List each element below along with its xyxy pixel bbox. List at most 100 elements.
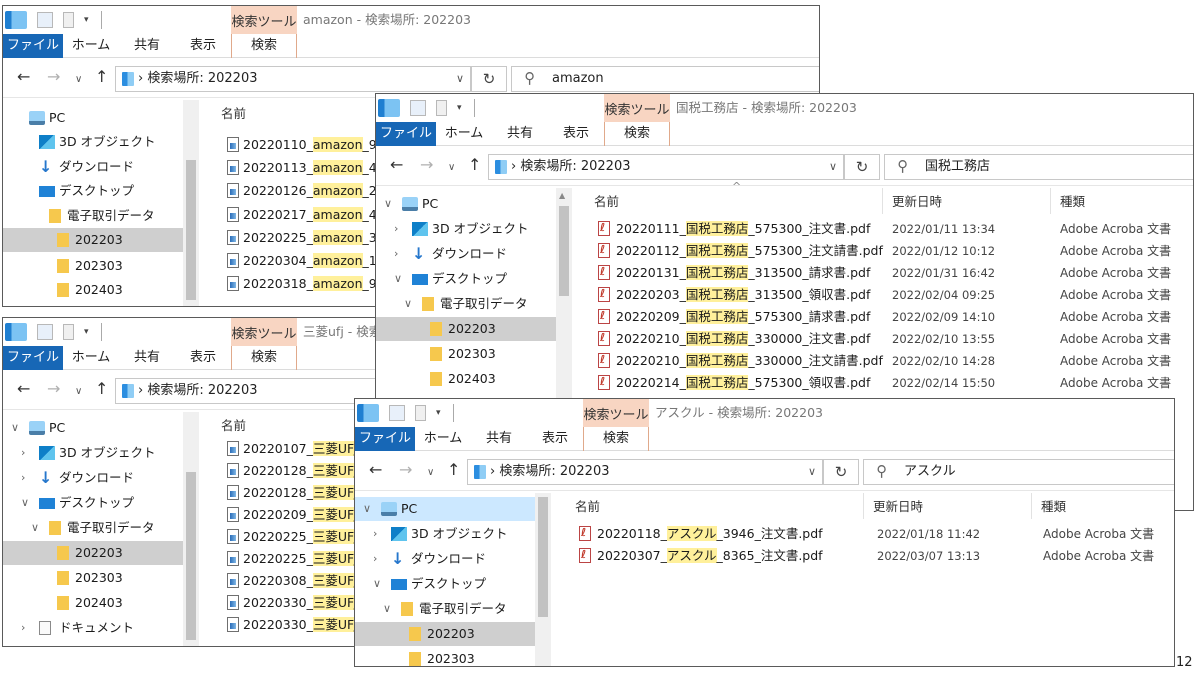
chevron-down-icon[interactable]: ∨ bbox=[404, 292, 412, 316]
tab-search[interactable]: 検索 bbox=[604, 122, 670, 146]
chevron-right-icon[interactable]: › bbox=[394, 217, 398, 241]
tree-item-pc[interactable]: PC bbox=[3, 106, 183, 130]
tab-view[interactable]: 表示 bbox=[175, 346, 231, 370]
file-row[interactable]: 20220203_国税工務店_313500_領収書.pdf 2022/02/04 … bbox=[576, 283, 1176, 306]
column-header-type[interactable]: 種類 bbox=[1060, 190, 1085, 214]
refresh-button[interactable]: ↻ bbox=[823, 459, 859, 485]
tree-item-3d-objects[interactable]: › 3D オブジェクト bbox=[376, 217, 556, 241]
properties-icon[interactable] bbox=[389, 405, 405, 421]
tree-item-desktop[interactable]: ∨ デスクトップ bbox=[376, 267, 556, 291]
up-arrow-icon[interactable]: ↑ bbox=[447, 461, 460, 479]
explorer-window-askul[interactable]: ▾ 検索ツール アスクル - 検索場所: 202203 ファイル ホーム 共有 … bbox=[354, 398, 1175, 667]
forward-arrow-icon[interactable]: → bbox=[420, 156, 433, 174]
tree-item-202303[interactable]: 202303 bbox=[3, 566, 183, 590]
search-input[interactable]: ⚲ アスクル bbox=[863, 459, 1174, 485]
chevron-down-icon[interactable]: ∨ bbox=[21, 491, 29, 515]
scroll-thumb[interactable] bbox=[186, 472, 196, 640]
tab-share[interactable]: 共有 bbox=[119, 346, 175, 370]
tab-search[interactable]: 検索 bbox=[231, 34, 297, 58]
up-arrow-icon[interactable]: ↑ bbox=[468, 156, 481, 174]
tab-view[interactable]: 表示 bbox=[527, 427, 583, 451]
file-row[interactable]: 20220214_国税工務店_575300_領収書.pdf 2022/02/14 … bbox=[576, 371, 1176, 394]
tab-file[interactable]: ファイル bbox=[3, 34, 63, 58]
tree-item-downloads[interactable]: › ↓ ダウンロード bbox=[376, 242, 556, 266]
file-row[interactable]: 20220307_アスクル_8365_注文書.pdf 2022/03/07 13:… bbox=[555, 544, 1165, 567]
column-header-name[interactable]: 名前 bbox=[221, 414, 246, 438]
recent-locations-icon[interactable]: ∨ bbox=[75, 71, 82, 89]
chevron-down-icon[interactable]: ∨ bbox=[384, 192, 392, 216]
file-row[interactable]: 20220118_アスクル_3946_注文書.pdf 2022/01/18 11:… bbox=[555, 522, 1165, 545]
address-dropdown-icon[interactable]: ∨ bbox=[456, 67, 464, 91]
nav-pane-scrollbar[interactable] bbox=[183, 412, 199, 646]
address-bar[interactable]: › 検索場所: 202203 ∨ bbox=[488, 154, 844, 180]
tree-item-edata[interactable]: ∨ 電子取引データ bbox=[376, 292, 556, 316]
column-header-modified[interactable]: 更新日時 bbox=[892, 190, 942, 214]
tree-item-edata[interactable]: 電子取引データ bbox=[3, 204, 183, 228]
back-arrow-icon[interactable]: ← bbox=[17, 68, 30, 86]
tab-home[interactable]: ホーム bbox=[436, 122, 492, 146]
refresh-button[interactable]: ↻ bbox=[844, 154, 880, 180]
new-folder-icon[interactable] bbox=[436, 100, 447, 116]
file-row[interactable]: 20220210_国税工務店_330000_注文請書.pdf 2022/02/10… bbox=[576, 349, 1176, 372]
forward-arrow-icon[interactable]: → bbox=[47, 380, 60, 398]
scroll-thumb[interactable] bbox=[186, 160, 196, 300]
back-arrow-icon[interactable]: ← bbox=[390, 156, 403, 174]
tree-item-pc[interactable]: ∨ PC bbox=[3, 416, 183, 440]
file-row[interactable]: 20220131_国税工務店_313500_請求書.pdf 2022/01/31 … bbox=[576, 261, 1176, 284]
address-bar[interactable]: › 検索場所: 202203 ∨ bbox=[115, 66, 471, 92]
scroll-up-icon[interactable]: ▲ bbox=[559, 191, 565, 200]
new-folder-icon[interactable] bbox=[63, 12, 74, 28]
new-folder-icon[interactable] bbox=[63, 324, 74, 340]
tree-item-pc[interactable]: ∨ PC bbox=[355, 497, 535, 521]
tree-item-202403[interactable]: 202403 bbox=[3, 278, 183, 302]
chevron-down-icon[interactable]: ∨ bbox=[394, 267, 402, 291]
forward-arrow-icon[interactable]: → bbox=[47, 68, 60, 86]
customize-toolbar-dropdown-icon[interactable]: ▾ bbox=[84, 15, 89, 25]
tree-item-desktop[interactable]: ∨ デスクトップ bbox=[355, 572, 535, 596]
column-header-type[interactable]: 種類 bbox=[1041, 495, 1066, 519]
back-arrow-icon[interactable]: ← bbox=[369, 461, 382, 479]
tree-item-edata[interactable]: ∨ 電子取引データ bbox=[3, 516, 183, 540]
chevron-right-icon[interactable]: › bbox=[394, 242, 398, 266]
tree-item-pc[interactable]: ∨ PC bbox=[376, 192, 556, 216]
recent-locations-icon[interactable]: ∨ bbox=[448, 159, 455, 177]
tab-share[interactable]: 共有 bbox=[119, 34, 175, 58]
tree-item-downloads[interactable]: › ↓ ダウンロード bbox=[355, 547, 535, 571]
column-divider[interactable] bbox=[1050, 188, 1051, 214]
address-bar[interactable]: › 検索場所: 202203 ∨ bbox=[467, 459, 823, 485]
chevron-down-icon[interactable]: ∨ bbox=[31, 516, 39, 540]
tree-item-202203[interactable]: 202203 bbox=[3, 541, 183, 565]
chevron-right-icon[interactable]: › bbox=[21, 466, 25, 490]
recent-locations-icon[interactable]: ∨ bbox=[427, 464, 434, 482]
tab-search[interactable]: 検索 bbox=[583, 427, 649, 451]
customize-toolbar-dropdown-icon[interactable]: ▾ bbox=[436, 408, 441, 418]
column-header-name[interactable]: 名前 bbox=[221, 102, 246, 126]
tree-item-edata[interactable]: ∨ 電子取引データ bbox=[355, 597, 535, 621]
nav-pane-scrollbar[interactable] bbox=[535, 493, 551, 666]
tab-home[interactable]: ホーム bbox=[63, 346, 119, 370]
scroll-thumb[interactable] bbox=[538, 497, 548, 617]
column-divider[interactable] bbox=[882, 188, 883, 214]
tree-item-3d-objects[interactable]: 3D オブジェクト bbox=[3, 130, 183, 154]
chevron-down-icon[interactable]: ∨ bbox=[363, 497, 371, 521]
tree-item-202203[interactable]: 202203 bbox=[3, 228, 183, 252]
up-arrow-icon[interactable]: ↑ bbox=[95, 68, 108, 86]
tab-share[interactable]: 共有 bbox=[471, 427, 527, 451]
chevron-down-icon[interactable]: ∨ bbox=[383, 597, 391, 621]
tab-file[interactable]: ファイル bbox=[376, 122, 436, 146]
file-row[interactable]: 20220209_国税工務店_575300_請求書.pdf 2022/02/09 … bbox=[576, 305, 1176, 328]
tree-item-desktop[interactable]: デスクトップ bbox=[3, 179, 183, 203]
nav-pane-scrollbar[interactable] bbox=[183, 100, 199, 306]
chevron-right-icon[interactable]: › bbox=[21, 441, 25, 465]
tree-item-3d-objects[interactable]: › 3D オブジェクト bbox=[3, 441, 183, 465]
forward-arrow-icon[interactable]: → bbox=[399, 461, 412, 479]
tree-item-3d-objects[interactable]: › 3D オブジェクト bbox=[355, 522, 535, 546]
file-row[interactable]: 20220112_国税工務店_575300_注文請書.pdf 2022/01/12… bbox=[576, 239, 1176, 262]
tree-item-202403[interactable]: 202403 bbox=[3, 591, 183, 615]
column-header-name[interactable]: 名前 bbox=[594, 190, 619, 214]
properties-icon[interactable] bbox=[37, 324, 53, 340]
tree-item-202303[interactable]: 202303 bbox=[3, 254, 183, 278]
column-header-modified[interactable]: 更新日時 bbox=[873, 495, 923, 519]
tab-view[interactable]: 表示 bbox=[175, 34, 231, 58]
tree-item-downloads[interactable]: › ↓ ダウンロード bbox=[3, 466, 183, 490]
